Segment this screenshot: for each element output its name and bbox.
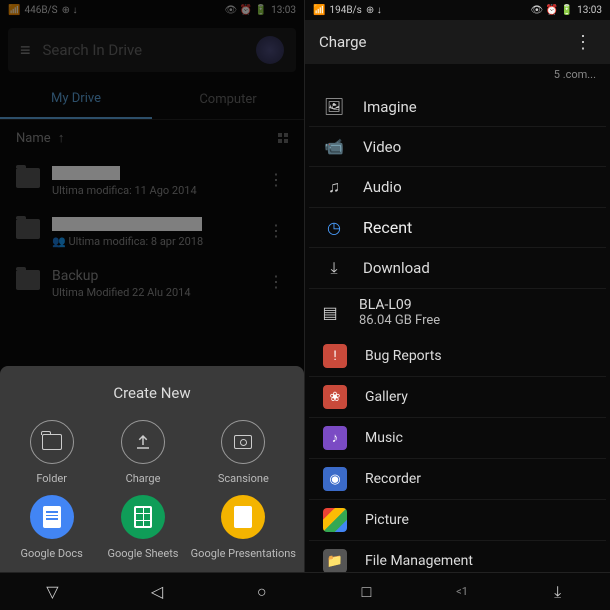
filemanager-screen: 📶194B/s⊕ ↓ 👁 ⏰ 🔋13:03 Charge ⋮ 5 .com...… [305,0,610,572]
video-icon: 📹 [323,137,345,156]
create-folder[interactable]: Folder [8,420,95,485]
status-bar: 📶194B/s⊕ ↓ 👁 ⏰ 🔋13:03 [305,0,610,20]
sort-label[interactable]: Name ↑ [16,130,64,146]
create-slides[interactable]: Google Presentations [191,495,296,560]
folder-icon [30,420,74,464]
sheets-icon [121,495,165,539]
avatar[interactable] [256,36,284,64]
app-filemgmt[interactable]: 📁 File Management [309,541,606,572]
fm-title: Charge [313,33,564,51]
nav-down-icon[interactable]: ▽ [37,582,67,601]
file-name-redacted [52,166,120,180]
file-item[interactable]: 👥 Ultima modifica: 8 apr 2018 ⋮ [8,207,296,258]
music-icon: ♪ [323,426,347,450]
slides-icon [221,495,265,539]
nav-count: <1 [456,585,468,598]
sort-row: Name ↑ [0,120,304,156]
file-menu-icon[interactable]: ⋮ [264,166,288,193]
status-bar: 📶446B/S⊕ ↓ 👁 ⏰ 🔋13:03 [0,0,304,20]
overflow-menu-icon[interactable]: ⋮ [564,32,602,53]
create-upload[interactable]: Charge [99,420,186,485]
view-grid-icon[interactable] [278,133,288,143]
file-item[interactable]: Ultima modifica: 11 Ago 2014 ⋮ [8,156,296,207]
file-menu-icon[interactable]: ⋮ [264,217,288,244]
file-name-redacted [52,217,202,231]
filemgmt-icon: 📁 [323,549,347,572]
fm-header: Charge ⋮ [305,20,610,64]
cat-recent[interactable]: ◷ Recent [309,208,606,248]
docs-icon [30,495,74,539]
android-navbar: ▽ ◁ ○ □ <1 ⤓ [0,572,610,610]
nav-back-icon[interactable]: ◁ [142,582,172,601]
drive-screen: 📶446B/S⊕ ↓ 👁 ⏰ 🔋13:03 ≡ Search In Drive … [0,0,305,572]
tabs: My Drive Computer [0,80,304,120]
create-scan[interactable]: Scansione [191,420,296,485]
folder-icon [16,219,40,239]
audio-icon: ♫ [323,177,345,197]
app-recorder[interactable]: ◉ Recorder [309,459,606,500]
file-item[interactable]: Backup Ultima Modified 22 Alu 2014 ⋮ [8,258,296,309]
nav-down2-icon[interactable]: ⤓ [543,582,573,602]
image-icon: 🖼 [323,97,345,116]
folder-icon [16,270,40,290]
app-picture[interactable]: Picture [309,500,606,541]
file-menu-icon[interactable]: ⋮ [264,268,288,295]
folder-icon [16,168,40,188]
search-bar[interactable]: ≡ Search In Drive [8,28,296,72]
search-placeholder: Search In Drive [43,41,244,59]
storage-icon: ▤ [319,303,341,322]
picture-icon [323,508,347,532]
download-icon: ⤓ [323,258,345,278]
tab-mydrive[interactable]: My Drive [0,80,152,119]
create-sheets[interactable]: Google Sheets [99,495,186,560]
upload-icon [121,420,165,464]
cat-download[interactable]: ⤓ Download [309,248,606,289]
cat-audio[interactable]: ♫ Audio [309,167,606,208]
menu-icon[interactable]: ≡ [20,40,31,61]
app-music[interactable]: ♪ Music [309,418,606,459]
nav-recent-icon[interactable]: □ [351,582,381,602]
tab-computer[interactable]: Computer [152,80,304,119]
app-bugreports[interactable]: ! Bug Reports [309,336,606,377]
create-new-sheet: Create New Folder Charge Scansione Googl… [0,366,304,572]
fm-subheader: 5 .com... [305,64,610,87]
nav-home-icon[interactable]: ○ [247,582,277,602]
bugreport-icon: ! [323,344,347,368]
gallery-icon: ❀ [323,385,347,409]
sheet-title: Create New [8,384,296,402]
create-docs[interactable]: Google Docs [8,495,95,560]
storage-item[interactable]: ▤ BLA-L09 86.04 GB Free [305,289,610,336]
cat-imagine[interactable]: 🖼 Imagine [309,87,606,127]
recent-icon: ◷ [323,218,345,237]
cat-video[interactable]: 📹 Video [309,127,606,167]
camera-icon [221,420,265,464]
recorder-icon: ◉ [323,467,347,491]
app-gallery[interactable]: ❀ Gallery [309,377,606,418]
